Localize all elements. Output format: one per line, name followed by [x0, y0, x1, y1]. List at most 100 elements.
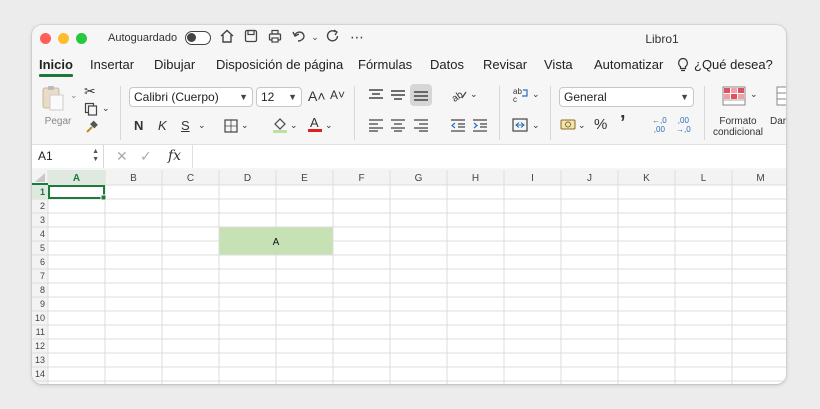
shrink-font-button[interactable]: A˅ [330, 88, 345, 102]
row-header-3[interactable]: 3 [40, 215, 45, 225]
row-header-6[interactable]: 6 [40, 257, 45, 267]
row-header-2[interactable]: 2 [40, 201, 45, 211]
tab-dibujar[interactable]: Dibujar [154, 57, 195, 72]
cancel-formula-icon[interactable]: ✕ [116, 148, 128, 165]
undo-dropdown-chevron-icon[interactable]: ⌄ [306, 28, 324, 46]
column-header-e[interactable]: E [301, 173, 308, 184]
font-size-select[interactable]: 12 ▼ [256, 87, 302, 107]
underline-chevron-icon[interactable]: ⌄ [198, 120, 206, 131]
row-header-14[interactable]: 14 [35, 369, 45, 379]
paste-chevron-icon[interactable]: ⌄ [70, 90, 78, 101]
format-as-table-label[interactable]: Dar for como t [770, 116, 786, 127]
enter-formula-icon[interactable]: ✓ [140, 148, 152, 165]
redo-icon[interactable] [324, 28, 342, 46]
increase-indent-icon[interactable] [472, 118, 488, 135]
align-top-icon[interactable] [368, 88, 384, 105]
name-box[interactable]: A1 ▲ ▼ [32, 145, 104, 168]
conditional-format-icon[interactable] [722, 86, 746, 109]
worksheet-grid[interactable]: A A B C D E F G H I J K L M 1 2 3 4 5 6 7 8 9 10 11 12 13 14 [32, 170, 786, 384]
tab-disposicion-de-pagina[interactable]: Disposición de página [216, 57, 343, 72]
row-header-12[interactable]: 12 [35, 341, 45, 351]
row-header-10[interactable]: 10 [35, 313, 45, 323]
font-color-icon[interactable]: A [307, 114, 323, 137]
tab-vista[interactable]: Vista [544, 57, 573, 72]
row-header-5[interactable]: 5 [40, 243, 45, 253]
tab-datos[interactable]: Datos [430, 57, 464, 72]
wrap-text-chevron-icon[interactable]: ⌄ [532, 89, 540, 100]
minimize-window-button[interactable] [58, 33, 69, 44]
column-header-j[interactable]: J [587, 173, 592, 184]
copy-icon[interactable] [84, 102, 98, 119]
increase-decimal-button[interactable]: ←,0 ,00 [652, 116, 667, 134]
zoom-window-button[interactable] [76, 33, 87, 44]
row-header-9[interactable]: 9 [40, 299, 45, 309]
column-header-a[interactable]: A [73, 173, 80, 184]
fill-color-icon[interactable] [272, 116, 288, 137]
column-header-b[interactable]: B [130, 173, 137, 184]
align-middle-icon[interactable] [390, 88, 406, 105]
decrease-decimal-button[interactable]: ,00 →,0 [676, 116, 691, 134]
comma-style-button[interactable]: ’ [620, 112, 626, 135]
column-header-h[interactable]: H [472, 173, 479, 184]
currency-format-icon[interactable] [560, 118, 578, 135]
merge-center-icon[interactable] [512, 118, 528, 135]
more-options-icon[interactable]: ⋯ [348, 28, 366, 46]
conditional-format-label[interactable]: Formato condicional [708, 116, 768, 138]
borders-icon[interactable] [224, 119, 238, 136]
format-as-table-icon[interactable] [776, 86, 786, 109]
tell-me-search[interactable]: ¿Qué desea? [694, 57, 773, 72]
tab-insertar[interactable]: Insertar [90, 57, 134, 72]
column-header-m[interactable]: M [756, 173, 764, 184]
column-header-i[interactable]: I [531, 173, 534, 184]
fill-color-chevron-icon[interactable]: ⌄ [290, 120, 298, 131]
fill-handle[interactable] [100, 194, 107, 201]
copy-chevron-icon[interactable]: ⌄ [102, 103, 110, 114]
home-icon[interactable] [218, 28, 236, 46]
italic-button[interactable]: K [158, 118, 167, 133]
save-icon[interactable] [242, 28, 260, 46]
underline-button[interactable]: S [181, 118, 190, 133]
align-bottom-icon[interactable] [410, 84, 432, 106]
tab-revisar[interactable]: Revisar [483, 57, 527, 72]
merge-center-chevron-icon[interactable]: ⌄ [532, 120, 540, 131]
cut-icon[interactable]: ✂ [84, 83, 96, 100]
worksheet-canvas[interactable]: AA B C D E F G H I J K L M1234567891011121314 [32, 170, 786, 384]
align-left-icon[interactable] [368, 118, 384, 135]
decrease-indent-icon[interactable] [450, 118, 466, 135]
column-header-d[interactable]: D [244, 173, 251, 184]
align-right-icon[interactable] [413, 118, 429, 135]
insert-function-icon[interactable]: fx [168, 148, 181, 164]
tab-formulas[interactable]: Fórmulas [358, 57, 412, 72]
paste-icon[interactable] [40, 84, 66, 112]
font-name-select[interactable]: Calibri (Cuerpo) ▼ [129, 87, 253, 107]
close-window-button[interactable] [40, 33, 51, 44]
grow-font-button[interactable]: A˄ [308, 88, 326, 104]
orientation-icon[interactable]: ab [450, 86, 468, 105]
borders-chevron-icon[interactable]: ⌄ [241, 120, 249, 131]
format-painter-icon[interactable] [85, 120, 99, 137]
row-header-13[interactable]: 13 [35, 355, 45, 365]
wrap-text-icon[interactable]: ab c [512, 86, 530, 107]
number-format-select[interactable]: General ▼ [559, 87, 694, 107]
align-center-icon[interactable] [390, 118, 406, 135]
percent-button[interactable]: % [594, 116, 607, 133]
font-color-chevron-icon[interactable]: ⌄ [325, 120, 333, 131]
column-header-c[interactable]: C [187, 173, 194, 184]
name-box-stepper-icon[interactable]: ▲ ▼ [92, 148, 99, 164]
selected-cell-a1[interactable] [48, 185, 105, 199]
bold-button[interactable]: N [134, 118, 143, 133]
currency-chevron-icon[interactable]: ⌄ [578, 120, 586, 131]
orientation-chevron-icon[interactable]: ⌄ [470, 89, 478, 100]
column-header-k[interactable]: K [643, 173, 650, 184]
row-header-7[interactable]: 7 [40, 271, 45, 281]
row-header-11[interactable]: 11 [36, 327, 45, 337]
tab-automatizar[interactable]: Automatizar [594, 57, 663, 72]
row-header-8[interactable]: 8 [40, 285, 45, 295]
autosave-toggle[interactable] [185, 31, 211, 45]
column-header-f[interactable]: F [358, 173, 364, 184]
print-icon[interactable] [266, 28, 284, 46]
conditional-format-chevron-icon[interactable]: ⌄ [750, 89, 758, 100]
column-header-g[interactable]: G [415, 173, 423, 184]
column-header-l[interactable]: L [701, 173, 707, 184]
row-header-1[interactable]: 1 [40, 187, 45, 197]
